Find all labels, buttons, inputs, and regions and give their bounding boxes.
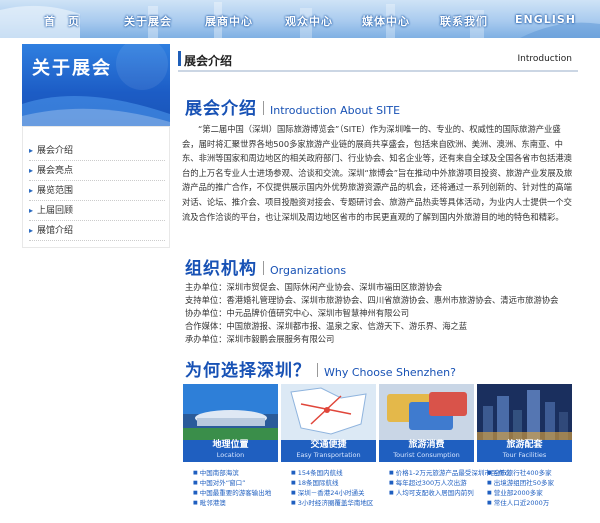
sidebar-item-label: 展会介绍 [37,146,74,156]
why-section-title: 为何选择深圳？ Why Choose Shenzhen? [185,356,456,381]
stadium-photo [183,384,278,440]
arrow-right-icon: ▸ [29,186,34,195]
sidebar-item-scope[interactable]: ▸ 展览范围 [29,183,165,201]
tile-caption: 交通便捷 Easy Transportation [281,440,376,462]
arrow-right-icon: ▸ [29,226,34,235]
intro-paragraph: “第二届中国（深圳）国际旅游博览会”（SITE）作为深圳唯一的、专业的、权威性的… [182,124,573,222]
sidebar-item-introduction[interactable]: ▸ 展会介绍 [29,143,165,161]
nav-exhibitors[interactable]: 展商中心 [205,13,253,29]
tile-title: 旅游配套 [506,440,543,450]
city-night-photo [477,384,572,440]
tile-bullets: 全市旅行社400多家 出境游组团社50多家 营业部2000多家 常住人口近200… [487,468,554,508]
org-title-cn: 组织机构 [185,259,257,279]
arrow-right-icon: ▸ [29,166,34,175]
nav-contact[interactable]: 联系我们 [440,13,488,29]
intro-title-en: Introduction About SITE [270,104,401,117]
content-header: 展会介绍 Introduction [178,48,578,72]
sidebar-item-label: 展览范围 [37,186,74,196]
section-banner: 关于展会 [22,44,170,126]
tile-title: 旅游消费 [408,440,445,450]
sidebar-item-venue[interactable]: ▸ 展馆介绍 [29,223,165,241]
title-divider [263,261,264,275]
sidebar-item-label: 上届回顾 [37,206,74,216]
tile-subtitle: Location [216,451,245,459]
tile-title: 地理位置 [212,440,249,450]
map-photo [281,384,376,440]
tile-location[interactable]: 地理位置 Location 中国南部海滨 中国对外“窗口” 中国最重要的游客输出… [183,384,278,514]
why-title-cn: 为何选择深圳？ [185,361,311,381]
sidebar-item-review[interactable]: ▸ 上届回顾 [29,203,165,221]
list-item: 毗邻港澳 [193,498,271,508]
content-header-title: 展会介绍 [184,54,233,68]
org-line-organizer: 承办单位：深圳市毅鹏会展服务有限公司 [185,334,335,344]
title-divider [317,363,318,377]
org-line-co-organizers: 协办单位：中元品牌价值研究中心、深圳市智慧神州有限公司 [185,308,410,318]
list-item: 154条国内航线 [291,468,373,478]
tile-title: 交通便捷 [310,440,347,450]
list-item: 中国南部海滨 [193,468,271,478]
sidebar-item-label: 展馆介绍 [37,226,74,236]
list-item: 中国最重要的游客输出地 [193,488,272,498]
list-item: 18条国际航线 [291,478,373,488]
tile-bullets: 中国南部海滨 中国对外“窗口” 中国最重要的游客输出地 毗邻港澳 [193,468,272,508]
tile-caption: 旅游消费 Tourist Consumption [379,440,474,462]
top-nav: 首 页 关于展会 展商中心 观众中心 媒体中心 联系我们 ENGLISH [0,0,600,38]
sidebar-item-highlights[interactable]: ▸ 展会亮点 [29,163,165,181]
intro-section-title: 展会介绍 Introduction About SITE [185,94,400,119]
list-item: 中国对外“窗口” [193,478,271,488]
tile-subtitle: Tourist Consumption [393,451,460,459]
list-item: 出境游组团社50多家 [487,478,554,488]
org-title-en: Organizations [270,264,347,277]
list-item: 全市旅行社400多家 [487,468,554,478]
org-section-title: 组织机构 Organizations [185,254,346,279]
arrow-right-icon: ▸ [29,146,34,155]
tile-facilities[interactable]: 旅游配套 Tour Facilities 全市旅行社400多家 出境游组团社50… [477,384,572,514]
tile-subtitle: Tour Facilities [502,451,547,459]
list-item: 常住人口近2000万 [487,498,554,508]
nav-media[interactable]: 媒体中心 [362,13,410,29]
list-item: 营业部2000多家 [487,488,554,498]
list-item: 3小时经济圈覆盖华南地区 [291,498,374,508]
org-line-supporters: 支持单位：香港婚礼管理协会、深圳市旅游协会、四川省旅游协会、惠州市旅游协会、清远… [185,295,559,305]
nav-home[interactable]: 首 页 [44,13,80,29]
org-line-host: 主办单位：深圳市贸促会、国际休闲产业协会、深圳市福田区旅游协会 [185,282,443,292]
header-accent-bar [178,51,181,66]
banner-title: 关于展会 [32,58,112,79]
arrow-right-icon: ▸ [29,206,34,215]
list-item: 深圳－香港24小时通关 [291,488,373,498]
nav-english[interactable]: ENGLISH [515,13,576,29]
intro-title-cn: 展会介绍 [185,99,257,119]
content-header-subtitle: Introduction [517,54,572,64]
tile-caption: 地理位置 Location [183,440,278,462]
tile-caption: 旅游配套 Tour Facilities [477,440,572,462]
tile-subtitle: Easy Transportation [296,451,361,459]
why-title-en: Why Choose Shenzhen? [324,366,456,379]
nav-visitors[interactable]: 观众中心 [285,13,333,29]
org-line-media: 合作媒体：中国旅游报、深圳都市报、温泉之家、信游天下、游乐界、海之蓝 [185,321,468,331]
cards-photo [379,384,474,440]
tile-bullets: 154条国内航线 18条国际航线 深圳－香港24小时通关 3小时经济圈覆盖华南地… [291,468,374,508]
sidebar-item-label: 展会亮点 [37,166,74,176]
title-divider [263,101,264,115]
sidebar: ▸ 展会介绍 ▸ 展会亮点 ▸ 展览范围 ▸ 上届回顾 ▸ 展馆介绍 [22,126,170,248]
nav-about[interactable]: 关于展会 [124,13,172,29]
tile-transportation[interactable]: 交通便捷 Easy Transportation 154条国内航线 18条国际航… [281,384,376,514]
tile-consumption[interactable]: 旅游消费 Tourist Consumption 价格1-2万元旅游产品最受深圳… [379,384,510,514]
why-tiles: 地理位置 Location 中国南部海滨 中国对外“窗口” 中国最重要的游客输出… [183,384,573,514]
